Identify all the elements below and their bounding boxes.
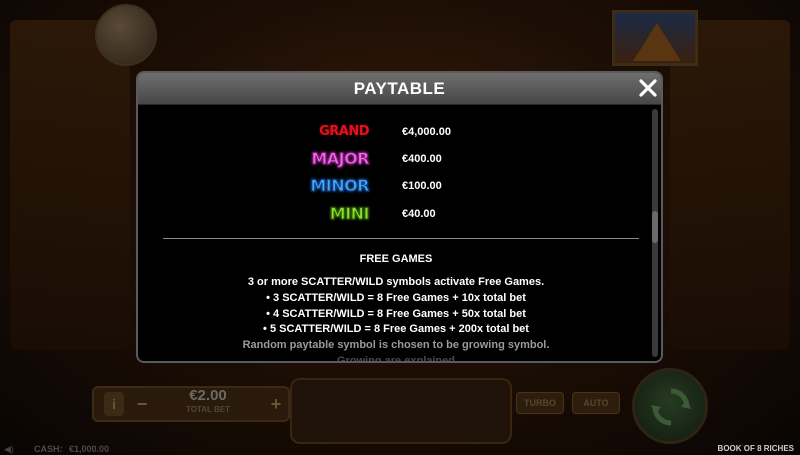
jackpot-amount: €40.00: [402, 208, 436, 220]
info-button[interactable]: i: [104, 392, 124, 416]
free-games-note-cut: Growing are explained: [337, 355, 455, 363]
jackpot-row-grand: GRAND €4,000.00: [138, 120, 654, 144]
coin-decoration: [95, 4, 157, 66]
sound-icon[interactable]: ◀): [4, 444, 14, 455]
right-pillar-decoration: [670, 20, 790, 350]
close-button[interactable]: [637, 77, 659, 99]
info-icon: i: [112, 396, 116, 412]
game-title: BOOK OF 8 RICHES: [717, 444, 794, 453]
section-divider: [163, 238, 639, 239]
free-games-intro: 3 or more SCATTER/WILD symbols activate …: [247, 276, 545, 288]
free-games-note: Random paytable symbol is chosen to be g…: [242, 339, 550, 351]
modal-title: PAYTABLE: [353, 79, 446, 98]
jackpot-row-mini: MINI €40.00: [138, 202, 654, 226]
jackpot-row-major: MAJOR €400.00: [138, 147, 654, 171]
bottom-controls: i − €2.00 TOTAL BET + TURBO AUTO ◀) CASH…: [0, 368, 800, 455]
auto-button[interactable]: AUTO: [572, 392, 620, 414]
scrollbar-thumb[interactable]: [652, 211, 658, 243]
jackpot-amount: €4,000.00: [402, 126, 451, 138]
paytable-modal: PAYTABLE GRAND €4,000.00 MAJOR €400.00 M…: [136, 71, 663, 363]
turbo-button[interactable]: TURBO: [516, 392, 564, 414]
jackpot-amount: €100.00: [402, 180, 442, 192]
jackpot-row-minor: MINOR €100.00: [138, 174, 654, 198]
paytable-content[interactable]: GRAND €4,000.00 MAJOR €400.00 MINOR €100…: [138, 105, 654, 363]
close-icon: [639, 79, 657, 97]
jackpot-name: MINOR: [310, 176, 370, 196]
jackpot-name: MINI: [329, 204, 370, 224]
spin-button[interactable]: [632, 368, 708, 444]
jackpot-amount: €400.00: [402, 153, 442, 165]
free-games-rule: • 5 SCATTER/WILD = 8 Free Games + 200x t…: [263, 323, 529, 335]
cash-display: CASH: €1,000.00: [34, 444, 109, 454]
bet-label: TOTAL BET: [186, 405, 230, 414]
pyramid-decoration: [612, 10, 698, 66]
spin-icon: [651, 388, 691, 426]
bet-increase-button[interactable]: +: [270, 394, 282, 414]
bet-decrease-button[interactable]: −: [136, 394, 148, 414]
free-games-rule: • 4 SCATTER/WILD = 8 Free Games + 50x to…: [266, 308, 526, 320]
free-games-heading: FREE GAMES: [359, 253, 433, 265]
scrollbar[interactable]: [652, 109, 658, 357]
free-games-rule: • 3 SCATTER/WILD = 8 Free Games + 10x to…: [266, 292, 526, 304]
jackpot-name: GRAND: [319, 124, 369, 139]
cash-label: CASH:: [34, 444, 63, 454]
modal-header: PAYTABLE: [138, 73, 661, 105]
left-pillar-decoration: [10, 20, 130, 350]
win-panel: [290, 378, 512, 444]
bet-value: €2.00: [189, 387, 227, 404]
cash-value: €1,000.00: [69, 444, 110, 454]
jackpot-name: MAJOR: [311, 149, 370, 169]
